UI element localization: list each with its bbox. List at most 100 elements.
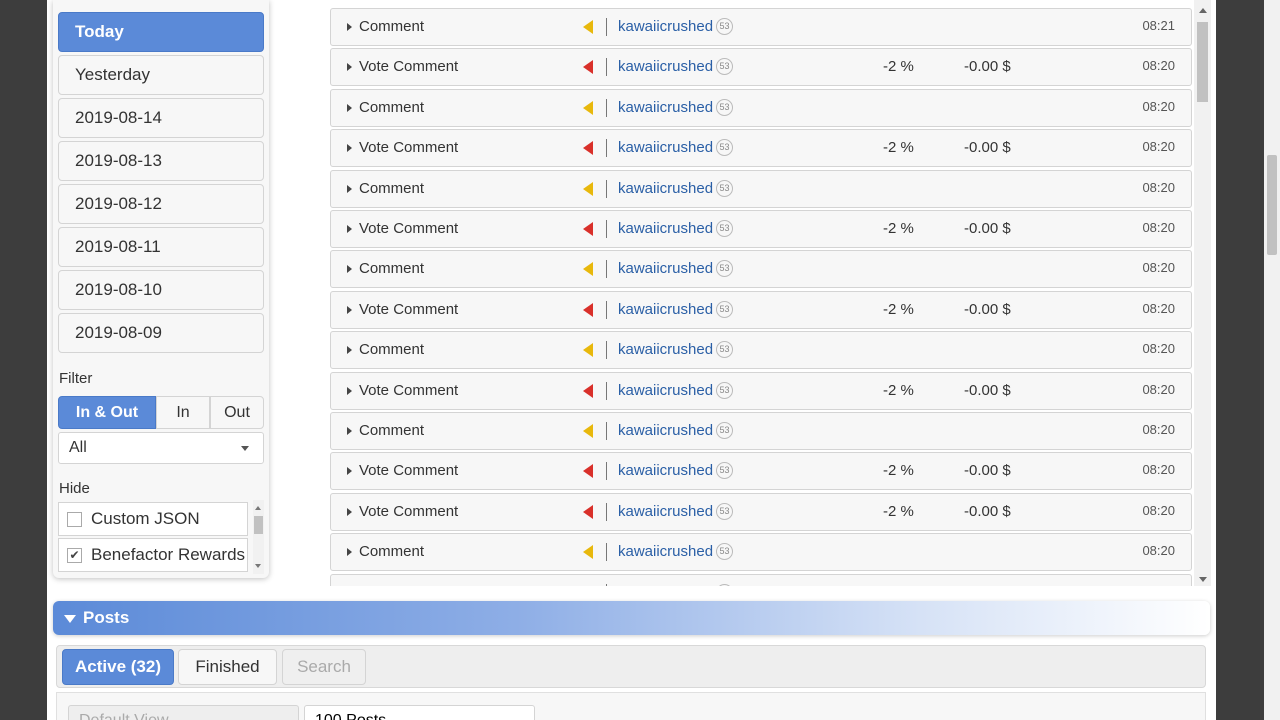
incoming-flag-icon bbox=[583, 262, 593, 276]
hide-custom-json-option[interactable]: Custom JSON bbox=[58, 502, 248, 536]
vote-value: -0.00 $ bbox=[964, 220, 1011, 237]
user-link[interactable]: kawaiicrushed bbox=[618, 503, 713, 520]
activity-row[interactable]: Comment kawaiicrushed53 08:20 bbox=[330, 250, 1192, 288]
tab-active[interactable]: Active (32) bbox=[62, 649, 174, 685]
user-link[interactable]: kawaiicrushed bbox=[618, 301, 713, 318]
date-button[interactable]: 2019-08-11 bbox=[58, 227, 264, 267]
activity-time: 08:20 bbox=[1142, 503, 1175, 518]
filter-out-button[interactable]: Out bbox=[210, 396, 264, 429]
tab-finished[interactable]: Finished bbox=[178, 649, 277, 685]
vote-percent: -2 % bbox=[883, 462, 914, 479]
expand-triangle-icon[interactable] bbox=[347, 508, 352, 516]
scroll-down-icon[interactable] bbox=[1199, 577, 1207, 582]
divider bbox=[606, 180, 607, 198]
checkbox-unchecked-icon[interactable] bbox=[67, 512, 82, 527]
divider bbox=[606, 99, 607, 117]
user-link[interactable]: kawaiicrushed bbox=[618, 382, 713, 399]
user-link[interactable]: kawaiicrushed bbox=[618, 341, 713, 358]
expand-triangle-icon[interactable] bbox=[347, 185, 352, 193]
expand-triangle-icon[interactable] bbox=[347, 225, 352, 233]
expand-triangle-icon[interactable] bbox=[347, 306, 352, 314]
expand-triangle-icon[interactable] bbox=[347, 548, 352, 556]
activity-type: Vote Comment bbox=[359, 220, 459, 237]
user-link[interactable]: kawaiicrushed bbox=[618, 58, 713, 75]
date-button[interactable]: 2019-08-12 bbox=[58, 184, 264, 224]
expand-triangle-icon[interactable] bbox=[347, 387, 352, 395]
activity-row[interactable]: Comment kawaiicrushed53 08:20 bbox=[330, 89, 1192, 127]
view-select[interactable]: Default View bbox=[68, 705, 299, 720]
user-link[interactable]: kawaiicrushed bbox=[618, 584, 713, 586]
vote-percent: -2 % bbox=[883, 503, 914, 520]
divider bbox=[606, 584, 607, 586]
filter-label: Filter bbox=[59, 370, 93, 387]
date-button[interactable]: 2019-08-10 bbox=[58, 270, 264, 310]
date-today-button[interactable]: Today bbox=[58, 12, 264, 52]
expand-triangle-icon[interactable] bbox=[347, 265, 352, 273]
reputation-badge: 53 bbox=[716, 58, 733, 75]
incoming-flag-icon bbox=[583, 424, 593, 438]
user-link[interactable]: kawaiicrushed bbox=[618, 260, 713, 277]
filter-in-out-button[interactable]: In & Out bbox=[58, 396, 156, 429]
activity-row[interactable]: Vote Comment kawaiicrushed 53 -2 % -0.00 $ 08… bbox=[330, 129, 1192, 167]
expand-triangle-icon[interactable] bbox=[347, 467, 352, 475]
scroll-up-icon[interactable] bbox=[255, 506, 261, 510]
scrollbar-thumb[interactable] bbox=[1197, 22, 1208, 102]
incoming-flag-icon bbox=[583, 20, 593, 34]
vote-value: -0.00 $ bbox=[964, 58, 1011, 75]
activity-type: Comment bbox=[359, 18, 425, 35]
reputation-badge: 53 bbox=[716, 18, 733, 35]
expand-triangle-icon[interactable] bbox=[347, 63, 352, 71]
outgoing-flag-icon bbox=[583, 222, 593, 236]
posts-section-header[interactable]: Posts bbox=[53, 601, 1210, 635]
scrollbar-thumb[interactable] bbox=[254, 516, 263, 534]
activity-row[interactable]: Vote Comment kawaiicrushed 53 -2 % -0.00 $ 08… bbox=[330, 210, 1192, 248]
activity-row[interactable]: Vote Comment kawaiicrushed 53 -2 % -0.00 $ 08… bbox=[330, 452, 1192, 490]
date-button[interactable]: 2019-08-14 bbox=[58, 98, 264, 138]
expand-triangle-icon[interactable] bbox=[347, 23, 352, 31]
user-link[interactable]: kawaiicrushed bbox=[618, 18, 713, 35]
filter-type-value: All bbox=[69, 439, 87, 456]
post-count-select[interactable]: 100 Posts bbox=[304, 705, 535, 720]
activity-row[interactable]: Comment kawaiicrushed53 08:20 bbox=[330, 533, 1192, 571]
user-link[interactable]: kawaiicrushed bbox=[618, 99, 713, 116]
checkbox-checked-icon[interactable]: ✔ bbox=[67, 548, 82, 563]
date-button[interactable]: 2019-08-09 bbox=[58, 313, 264, 353]
window-scrollbar[interactable] bbox=[1264, 0, 1280, 720]
expand-triangle-icon[interactable] bbox=[347, 104, 352, 112]
vote-percent: -2 % bbox=[883, 301, 914, 318]
tab-search[interactable]: Search bbox=[282, 649, 366, 685]
reputation-badge: 53 bbox=[716, 220, 733, 237]
expand-triangle-icon[interactable] bbox=[347, 346, 352, 354]
vote-value: -0.00 $ bbox=[964, 462, 1011, 479]
reputation-badge: 53 bbox=[716, 422, 733, 439]
activity-row[interactable]: Vote Comment kawaiicrushed 53 -2 % -0.00 $ 08… bbox=[330, 493, 1192, 531]
filter-type-select[interactable]: All bbox=[58, 432, 264, 464]
scroll-up-icon[interactable] bbox=[1199, 8, 1207, 13]
user-link[interactable]: kawaiicrushed bbox=[618, 462, 713, 479]
expand-triangle-icon[interactable] bbox=[347, 144, 352, 152]
activity-list-scrollbar[interactable] bbox=[1194, 0, 1211, 586]
user-link[interactable]: kawaiicrushed bbox=[618, 139, 713, 156]
scrollbar-thumb[interactable] bbox=[1267, 155, 1277, 255]
activity-row[interactable]: Vote Comment kawaiicrushed 53 -2 % -0.00 $ 08… bbox=[330, 48, 1192, 86]
activity-time: 08:20 bbox=[1142, 301, 1175, 316]
hide-list-scrollbar[interactable] bbox=[253, 500, 264, 574]
activity-row[interactable]: Comment kawaiicrushed53 08:20 bbox=[330, 170, 1192, 208]
user-link[interactable]: kawaiicrushed bbox=[618, 422, 713, 439]
user-link[interactable]: kawaiicrushed bbox=[618, 543, 713, 560]
scroll-down-icon[interactable] bbox=[255, 564, 261, 568]
activity-row[interactable]: Comment kawaiicrushed53 08:20 bbox=[330, 412, 1192, 450]
activity-row[interactable]: Comment kawaiicrushed53 08:20 bbox=[330, 331, 1192, 369]
filter-in-button[interactable]: In bbox=[156, 396, 210, 429]
activity-row[interactable]: Vote Comment kawaiicrushed 53 -2 % -0.00 $ 08… bbox=[330, 291, 1192, 329]
hide-benefactor-rewards-option[interactable]: ✔ Benefactor Rewards bbox=[58, 538, 248, 572]
expand-triangle-icon[interactable] bbox=[347, 427, 352, 435]
activity-time: 08:20 bbox=[1142, 341, 1175, 356]
activity-row[interactable]: Comment kawaiicrushed 53 08:21 bbox=[330, 8, 1192, 46]
user-link[interactable]: kawaiicrushed bbox=[618, 220, 713, 237]
date-button[interactable]: 2019-08-13 bbox=[58, 141, 264, 181]
user-link[interactable]: kawaiicrushed bbox=[618, 180, 713, 197]
date-yesterday-button[interactable]: Yesterday bbox=[58, 55, 264, 95]
activity-row[interactable]: Comment kawaiicrushed53 08:20 bbox=[330, 574, 1192, 586]
activity-row[interactable]: Vote Comment kawaiicrushed 53 -2 % -0.00 $ 08… bbox=[330, 372, 1192, 410]
